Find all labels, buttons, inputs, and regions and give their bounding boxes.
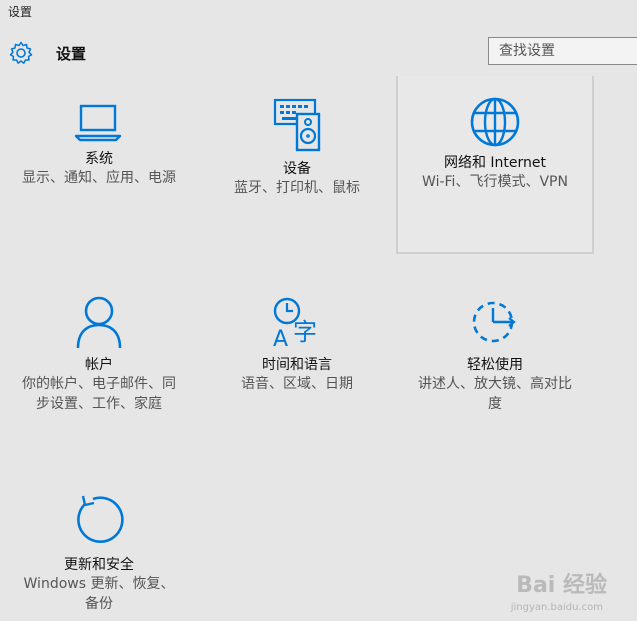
tile-description: 蓝牙、打印机、鼠标 [234,180,360,196]
devices-icon [273,98,321,152]
tile-system[interactable]: 系统 显示、通知、应用、电源 [0,98,198,188]
search-box[interactable] [488,37,637,65]
watermark-logo: Bai 经验 [516,573,607,598]
svg-text:字: 字 [293,318,317,346]
tile-description: 显示、通知、应用、电源 [22,170,176,186]
tile-name: 帐户 [85,357,113,373]
tile-name: 网络和 Internet [443,155,547,171]
watermark-url: jingyan.baidu.com [510,602,603,613]
tile-name: 更新和安全 [64,557,134,573]
tile-name: 时间和语言 [262,357,332,373]
tile-description: Windows 更新、恢复、备份 [23,576,175,612]
tile-ease-of-access[interactable]: 轻松使用 讲述人、放大镜、高对比度 [396,294,594,414]
tile-description: 你的帐户、电子邮件、同步设置、工作、家庭 [22,376,176,412]
laptop-icon [74,104,122,142]
tile-description: 语音、区域、日期 [241,376,353,392]
page-title: 设置 [56,45,87,63]
globe-icon [470,97,520,147]
svg-text:A: A [273,327,288,350]
tile-time-language[interactable]: A 字 时间和语言 语音、区域、日期 [198,294,396,394]
tile-name: 设备 [283,161,311,177]
tile-name: 系统 [85,151,113,167]
tile-description: Wi-Fi、飞行模式、VPN [422,174,568,190]
time-language-icon: A 字 [273,297,317,350]
tile-update-security[interactable]: 更新和安全 Windows 更新、恢复、备份 [0,494,198,614]
person-icon [76,296,122,349]
tile-name: 轻松使用 [467,357,523,373]
ease-of-access-icon [472,301,516,343]
tile-network[interactable]: 网络和 Internet Wi-Fi、飞行模式、VPN [396,76,594,254]
tile-description: 讲述人、放大镜、高对比度 [418,376,572,412]
tile-accounts[interactable]: 帐户 你的帐户、电子邮件、同步设置、工作、家庭 [0,294,198,414]
window-title: 设置 [8,5,33,19]
gear-icon [9,41,33,64]
search-input[interactable] [489,38,637,64]
update-icon [77,495,124,543]
tile-devices[interactable]: 设备 蓝牙、打印机、鼠标 [198,98,396,198]
